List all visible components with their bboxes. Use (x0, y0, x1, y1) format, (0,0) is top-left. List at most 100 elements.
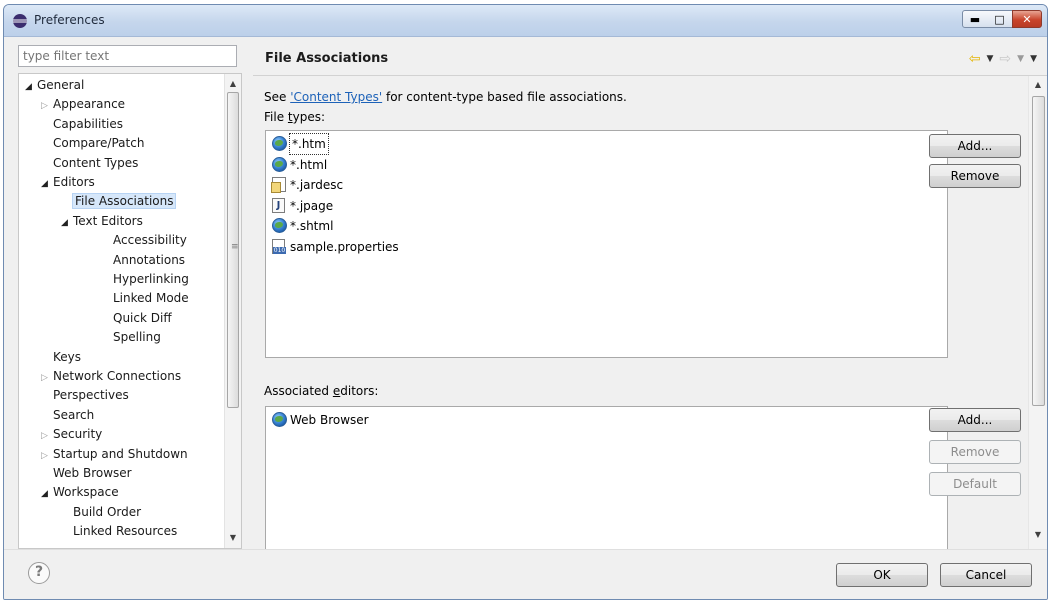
remove-file-type-button[interactable]: Remove (929, 164, 1021, 188)
eclipse-icon (13, 14, 27, 28)
scroll-up-icon[interactable]: ▲ (225, 76, 241, 92)
collapsed-arrow-icon[interactable]: ▷ (41, 369, 53, 388)
tree-item-label: Build Order (73, 504, 142, 519)
tree-item[interactable]: ◢ Editors (41, 173, 95, 192)
file-types-list[interactable]: *.htm *.html *.jardescJ*.jpage *.shtml sampl… (265, 130, 948, 358)
tree-item[interactable]: ▷ Startup and Shutdown (41, 445, 188, 464)
tree-item[interactable]: ▷ Appearance (41, 95, 125, 114)
java-page-icon: J (272, 197, 288, 214)
forward-dropdown-icon[interactable]: ▼ (1017, 54, 1024, 64)
tree-item[interactable]: Capabilities (41, 115, 123, 134)
navigation-controls: ⇦ ▼ ⇨ ▼ ▼ (969, 51, 1037, 67)
content-scrollbar[interactable]: ▲ ▼ (1028, 76, 1047, 550)
tree-item[interactable]: ◢ Text Editors (61, 212, 143, 231)
tree-item[interactable]: Annotations (101, 251, 185, 270)
tree-item-label: Quick Diff (113, 310, 172, 325)
tree-item[interactable]: Build Order (61, 503, 141, 522)
scroll-down-icon[interactable]: ▼ (225, 530, 241, 546)
content-scroll-down-icon[interactable]: ▼ (1029, 530, 1047, 539)
tree-item-label: Web Browser (53, 466, 132, 480)
content-scroll-thumb[interactable] (1032, 96, 1045, 406)
grip-icon: ≡ (231, 242, 239, 252)
list-item[interactable]: *.html (272, 155, 327, 175)
list-item[interactable]: Web Browser (272, 410, 369, 430)
remove-editor-button[interactable]: Remove (929, 440, 1021, 464)
tree-item-label: File Associations (71, 193, 177, 210)
tree-item[interactable]: Hyperlinking (101, 270, 189, 289)
dialog-footer: ? OK Cancel (4, 549, 1047, 599)
tree-item[interactable]: Search (41, 406, 94, 425)
globe-icon (272, 412, 288, 428)
content-types-link[interactable]: 'Content Types' (290, 90, 382, 104)
list-item-label: *.shtml (290, 219, 334, 234)
globe-icon (272, 136, 288, 152)
add-editor-button[interactable]: Add... (929, 408, 1021, 432)
minimize-button[interactable]: ▬ (962, 10, 988, 28)
tree-item[interactable]: Compare/Patch (41, 134, 144, 153)
tree-item-label: Security (53, 427, 103, 442)
tree-item-label: Annotations (113, 252, 186, 267)
globe-icon (272, 156, 288, 173)
expanded-arrow-icon[interactable]: ◢ (41, 485, 53, 504)
list-item[interactable]: *.jardesc (271, 175, 343, 195)
tree-item-label: Editors (53, 175, 95, 189)
content-scroll-up-icon[interactable]: ▲ (1029, 80, 1047, 89)
collapsed-arrow-icon[interactable]: ▷ (41, 447, 53, 466)
tree-item[interactable]: ◢ Workspace (41, 483, 119, 502)
tree-item[interactable]: File Associations (61, 192, 177, 211)
back-dropdown-icon[interactable]: ▼ (987, 54, 994, 64)
list-item-label: sample.properties (290, 240, 399, 254)
forward-arrow-icon[interactable]: ⇨ (999, 51, 1011, 67)
tree-item-label: Linked Resources (73, 524, 178, 539)
content-types-note: See 'Content Types' for content-type bas… (264, 90, 627, 104)
expanded-arrow-icon[interactable]: ◢ (25, 78, 37, 97)
associated-editors-list[interactable]: Web Browser (265, 406, 948, 552)
tree-item[interactable]: Linked Resources (61, 522, 177, 541)
file-types-label: File types: (264, 110, 326, 124)
maximize-button[interactable]: □ (987, 10, 1013, 28)
tree-scrollbar[interactable]: ▲ ≡ ▼ (224, 74, 241, 548)
default-editor-button[interactable]: Default (929, 472, 1021, 496)
list-item-label: *.html (290, 157, 328, 172)
list-item[interactable]: sample.properties (272, 237, 399, 257)
maximize-icon: □ (994, 12, 1005, 26)
tree-item[interactable]: Web Browser (41, 464, 132, 483)
title-bar[interactable]: Preferences ▬ □ ✕ (4, 5, 1047, 37)
tree-item[interactable]: Quick Diff (101, 309, 172, 328)
tree-item-label: Workspace (53, 485, 119, 500)
tree-item[interactable]: Keys (41, 348, 81, 367)
collapsed-arrow-icon[interactable]: ▷ (41, 97, 53, 116)
tree-item[interactable]: Linked Mode (101, 289, 189, 308)
tree-item-label: Accessibility (113, 233, 187, 248)
tree-item[interactable]: Content Types (41, 154, 138, 173)
list-item[interactable]: *.htm (272, 133, 329, 155)
close-icon: ✕ (1022, 12, 1032, 26)
ok-button[interactable]: OK (836, 563, 928, 587)
tree-item-label: Capabilities (53, 116, 123, 131)
collapsed-arrow-icon[interactable]: ▷ (41, 427, 53, 446)
list-item[interactable]: J *.jpage (272, 196, 333, 216)
tree-item[interactable]: Perspectives (41, 386, 129, 405)
tree-item-label: Linked Mode (113, 291, 189, 306)
back-arrow-icon[interactable]: ⇦ (969, 51, 981, 67)
close-button[interactable]: ✕ (1012, 10, 1042, 28)
view-menu-icon[interactable]: ▼ (1030, 54, 1037, 64)
expanded-arrow-icon[interactable]: ◢ (41, 175, 53, 194)
add-file-type-button[interactable]: Add... (929, 134, 1021, 158)
expanded-arrow-icon[interactable]: ◢ (61, 214, 73, 233)
tree-item-label: Keys (53, 349, 82, 364)
filter-input[interactable] (18, 45, 237, 67)
scroll-thumb[interactable]: ≡ (227, 92, 239, 408)
tree-item[interactable]: ▷ Network Connections (41, 367, 181, 386)
tree-item[interactable]: ▷ Security (41, 425, 102, 444)
tree-item[interactable]: Accessibility (101, 231, 187, 250)
cancel-button[interactable]: Cancel (940, 563, 1032, 587)
tree-item[interactable]: ◢ General (25, 76, 84, 95)
jar-description-icon (271, 177, 288, 194)
globe-icon (272, 218, 288, 234)
tree-item-label: Compare/Patch (53, 136, 145, 151)
help-icon[interactable]: ? (28, 562, 50, 584)
list-item[interactable]: *.shtml (272, 216, 333, 236)
list-item-label: Web Browser (290, 413, 369, 427)
tree-item[interactable]: Spelling (101, 328, 161, 347)
